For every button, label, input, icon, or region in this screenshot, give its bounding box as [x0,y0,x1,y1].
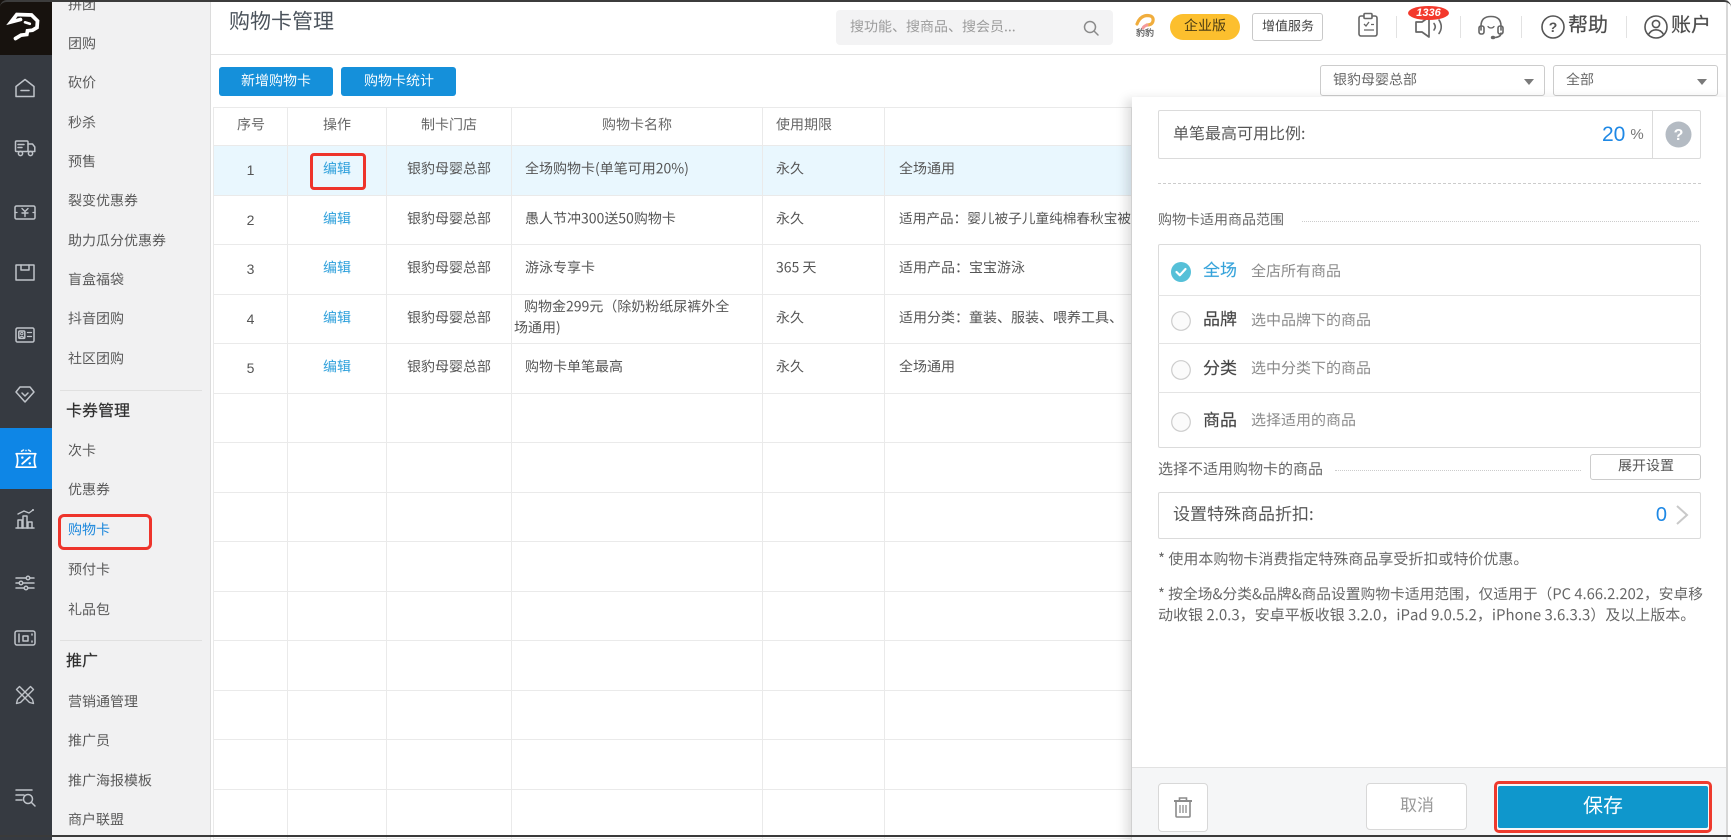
svg-text:?: ? [1549,19,1558,35]
svg-text:?: ? [1674,127,1684,144]
